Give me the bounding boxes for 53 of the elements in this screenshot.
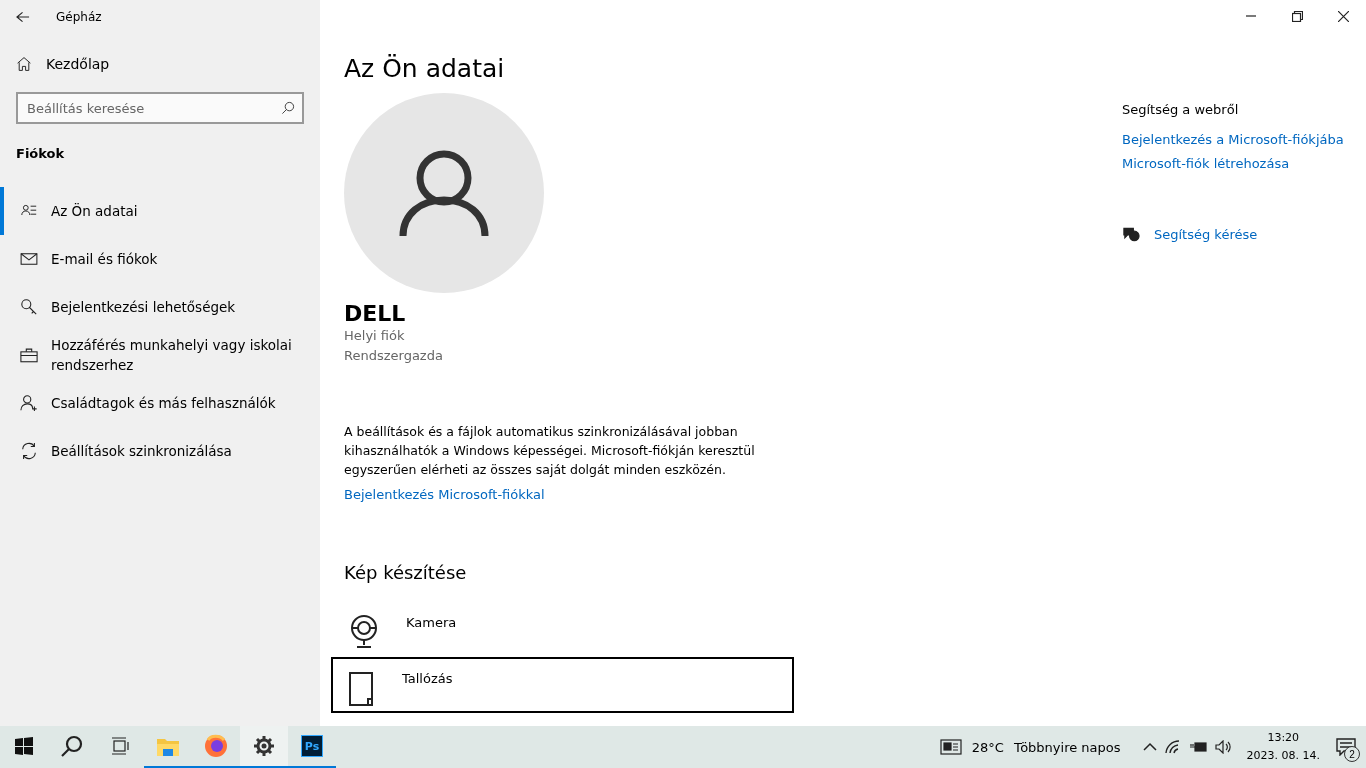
folder-icon — [348, 671, 376, 707]
chat-icon — [1336, 738, 1356, 756]
chevron-up-icon — [1142, 742, 1157, 752]
battery-plug-icon — [1188, 741, 1207, 753]
windows-logo-icon — [15, 737, 33, 755]
home-icon — [16, 56, 32, 72]
wifi-icon — [1164, 740, 1181, 754]
briefcase-icon — [20, 347, 38, 363]
sync-description: A beállítások és a fájlok automatikus szinkronizálásával jobban kihasználhatók a Windows képességei. Microsoft-fiókján keresztül egyszerűen elérheti az összes saját dolgát minden eszközén. — [344, 423, 756, 479]
search-field[interactable]: Beállítás keresése — [16, 92, 304, 124]
clock[interactable]: 13:20 2023. 08. 14. — [1240, 729, 1326, 765]
restore-icon — [1291, 10, 1303, 22]
key-icon — [20, 298, 38, 316]
speaker-icon — [1214, 740, 1233, 754]
news-icon — [939, 739, 962, 755]
help-link[interactable]: Microsoft-fiók létrehozása — [1122, 156, 1290, 171]
weather-widget[interactable]: 28°C Többnyire napos — [931, 739, 1129, 755]
window-title: Gépház — [56, 10, 102, 24]
sync-icon — [20, 442, 38, 460]
back-button[interactable] — [16, 11, 30, 23]
user-name: DELL — [344, 301, 407, 326]
gear-icon — [253, 735, 275, 757]
sidebar-item[interactable]: Családtagok és más felhasználók — [0, 379, 320, 427]
sidebar-item[interactable]: Beállítások szinkronizálása — [0, 427, 320, 475]
sidebar-item[interactable]: E-mail és fiókok — [0, 235, 320, 283]
help-heading: Segítség a webről — [1122, 102, 1240, 117]
person-silhouette-icon — [399, 148, 489, 238]
task-view-icon — [111, 737, 129, 755]
taskbar-app[interactable] — [240, 726, 288, 768]
search-icon — [281, 101, 295, 115]
page-title: Az Ön adatai — [344, 54, 506, 83]
home-link[interactable]: Kezdőlap — [16, 56, 110, 72]
close-icon — [1337, 10, 1349, 22]
account-type: Helyi fiók — [344, 327, 406, 345]
section-heading: Kép készítése — [344, 562, 468, 583]
notification-button[interactable]: 2 — [1326, 726, 1366, 768]
back-arrow-icon — [16, 11, 30, 23]
section-heading: Fiókok — [16, 146, 66, 161]
account-role: Rendszergazda — [344, 347, 444, 365]
webcam-icon — [348, 615, 380, 649]
search-icon — [61, 735, 83, 757]
help-link[interactable]: Bejelentkezés a Microsoft-fiókjába — [1122, 132, 1344, 147]
sidebar-item[interactable]: Bejelentkezési lehetőségek — [0, 283, 320, 331]
picture-option[interactable]: Tallózás — [331, 657, 794, 713]
person-add-icon — [20, 394, 38, 412]
signin-link[interactable]: Bejelentkezés Microsoft-fiókkal — [344, 487, 545, 502]
sidebar-item[interactable]: Hozzáférés munkahelyi vagy iskolai rendszerhez — [0, 331, 320, 379]
get-help-link[interactable]: Segítség kérése — [1154, 226, 1258, 242]
picture-option[interactable]: Kamera — [331, 601, 794, 657]
mail-icon — [20, 252, 38, 266]
photoshop-icon: Ps — [301, 735, 323, 757]
minimize-icon — [1246, 15, 1256, 17]
taskbar-app[interactable]: Ps — [288, 726, 336, 768]
